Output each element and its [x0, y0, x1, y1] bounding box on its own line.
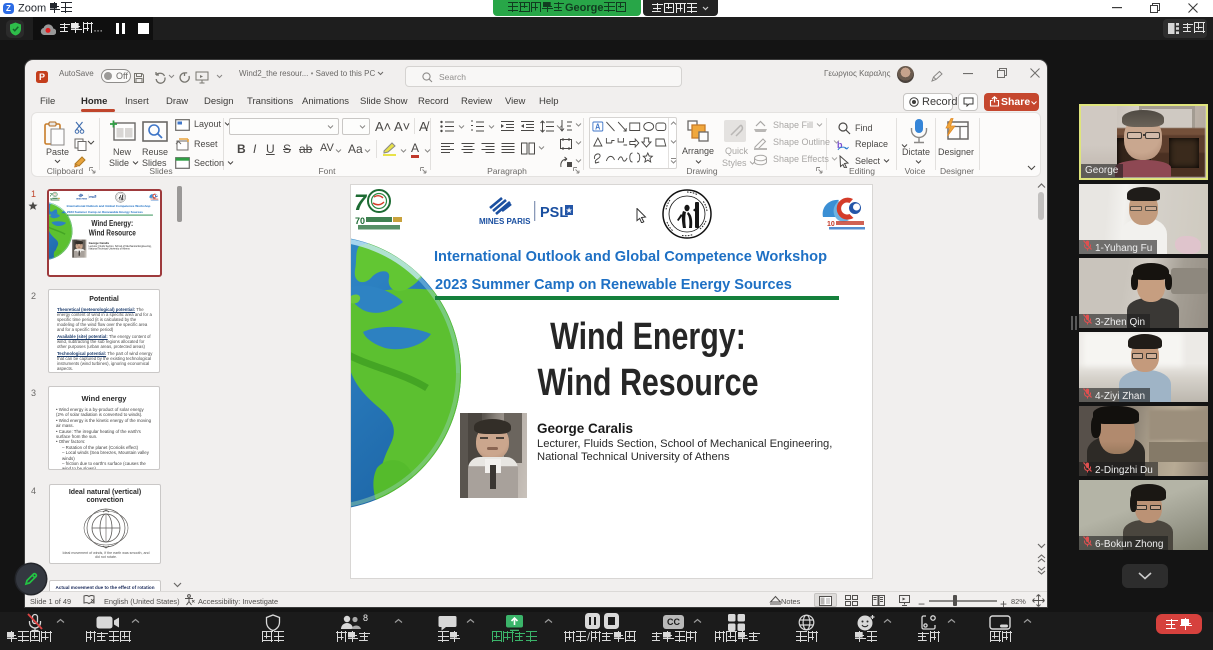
svg-text:7: 7: [50, 192, 53, 197]
svg-text:70: 70: [355, 216, 365, 226]
svg-text:10: 10: [827, 221, 835, 228]
svg-text:PSL: PSL: [540, 205, 568, 221]
svg-text:MINES PARIS: MINES PARIS: [76, 197, 88, 200]
svg-text:A: A: [595, 122, 601, 131]
svg-text:★: ★: [566, 206, 573, 215]
svg-text:★: ★: [95, 195, 97, 198]
svg-text:b: b: [837, 140, 843, 150]
svg-text:MINES PARIS: MINES PARIS: [479, 217, 531, 226]
svg-text:7: 7: [354, 190, 368, 215]
